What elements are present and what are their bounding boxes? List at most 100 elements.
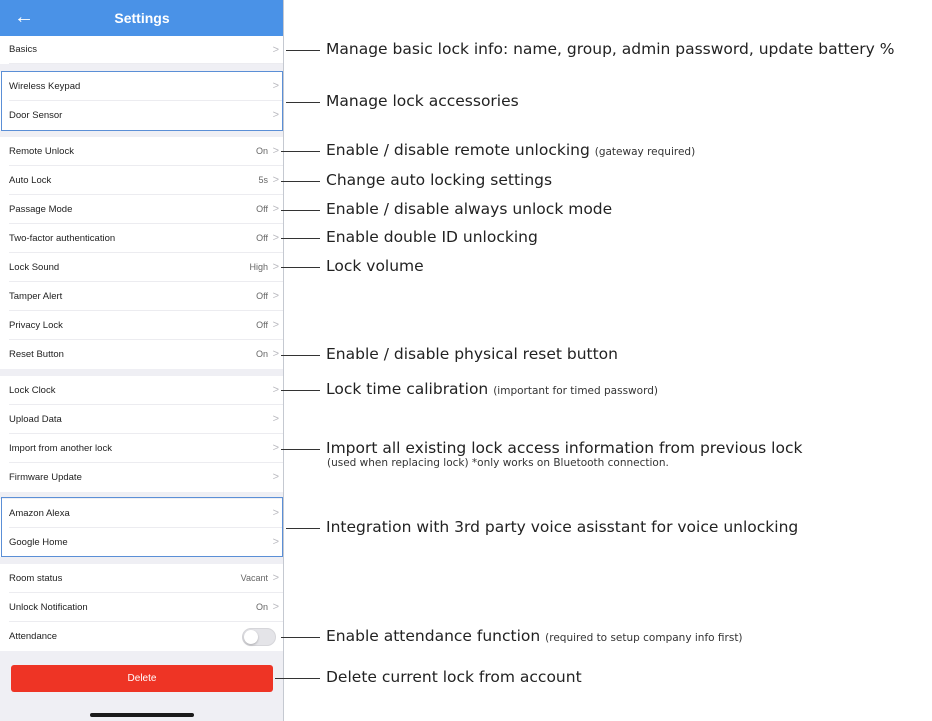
setting-value: Off [256, 204, 268, 214]
setting-label: Basics [9, 44, 37, 55]
callout-line [281, 238, 320, 239]
annotation-note: (gateway required) [594, 146, 696, 158]
setting-row-auto-lock[interactable]: Auto Lock 5s > [0, 166, 283, 195]
setting-value: Off [256, 320, 268, 330]
chevron-right-icon: > [272, 203, 279, 215]
setting-label: Firmware Update [9, 472, 82, 483]
setting-value: On [255, 146, 268, 156]
setting-label: Remote Unlock [9, 146, 74, 157]
setting-label: Upload Data [9, 414, 62, 425]
setting-label: Amazon Alexa [9, 508, 70, 519]
home-indicator [90, 713, 194, 717]
setting-value: Vacant [240, 573, 268, 583]
chevron-right-icon: > [272, 442, 279, 454]
setting-row-reset-button[interactable]: Reset Button On > [0, 340, 283, 369]
annotation-voice: Integration with 3rd party voice asissta… [326, 518, 798, 536]
annotation-lock-sound: Lock volume [326, 257, 424, 275]
annotation-basics: Manage basic lock info: name, group, adm… [326, 40, 894, 58]
setting-row-privacy-lock[interactable]: Privacy Lock Off > [0, 311, 283, 340]
setting-row-lock-clock[interactable]: Lock Clock > [0, 376, 283, 405]
setting-value: Off [256, 233, 268, 243]
setting-row-lock-sound[interactable]: Lock Sound High > [0, 253, 283, 282]
delete-button[interactable]: Delete [11, 665, 273, 692]
page-title: Settings [114, 10, 170, 26]
annotation-remote-unlock: Enable / disable remote unlocking (gatew… [326, 141, 695, 159]
setting-row-unlock-notification[interactable]: Unlock Notification On > [0, 593, 283, 622]
chevron-right-icon: > [272, 413, 279, 425]
annotation-reset-button: Enable / disable physical reset button [326, 345, 618, 363]
setting-row-firmware-update[interactable]: Firmware Update > [0, 463, 283, 492]
annotation-text: Delete current lock from account [326, 668, 582, 686]
setting-label: Attendance [9, 631, 58, 642]
chevron-right-icon: > [272, 261, 279, 273]
annotation-attendance: Enable attendance function (required to … [326, 627, 743, 645]
callout-line [281, 151, 320, 152]
setting-value: On [255, 602, 268, 612]
callout-line [281, 390, 320, 391]
setting-label: Two-factor authentication [9, 233, 116, 244]
annotation-lock-clock: Lock time calibration (important for tim… [326, 380, 658, 398]
annotation-text: Manage basic lock info: name, group, adm… [326, 40, 895, 58]
annotation-text: Enable / disable remote unlocking [326, 141, 590, 159]
setting-label: Privacy Lock [9, 320, 63, 331]
chevron-right-icon: > [272, 319, 279, 331]
annotation-passage-mode: Enable / disable always unlock mode [326, 200, 612, 218]
setting-label: Lock Clock [9, 385, 56, 396]
annotation-text: Integration with 3rd party voice asissta… [326, 518, 799, 536]
setting-row-wireless-keypad[interactable]: Wireless Keypad > [0, 72, 283, 101]
setting-label: Unlock Notification [9, 602, 88, 613]
setting-label: Auto Lock [9, 175, 52, 186]
chevron-right-icon: > [272, 536, 279, 548]
chevron-right-icon: > [272, 109, 279, 121]
setting-row-amazon-alexa[interactable]: Amazon Alexa > [0, 499, 283, 528]
chevron-right-icon: > [272, 145, 279, 157]
setting-row-basics[interactable]: Basics > [0, 36, 283, 64]
annotation-text: Import all existing lock access informat… [326, 439, 803, 457]
setting-value: On [255, 349, 268, 359]
chevron-right-icon: > [272, 290, 279, 302]
annotation-import-lock: Import all existing lock access informat… [326, 439, 802, 457]
setting-label: Tamper Alert [9, 291, 63, 302]
setting-row-import-lock[interactable]: Import from another lock > [0, 434, 283, 463]
callout-line [281, 637, 320, 638]
setting-row-upload-data[interactable]: Upload Data > [0, 405, 283, 434]
chevron-right-icon: > [272, 507, 279, 519]
setting-label: Import from another lock [9, 443, 112, 454]
annotation-text: Enable / disable always unlock mode [326, 200, 613, 218]
setting-value: High [249, 262, 268, 272]
attendance-toggle[interactable] [242, 627, 276, 646]
annotation-text: Lock time calibration [326, 380, 489, 398]
annotation-text: Manage lock accessories [326, 92, 519, 110]
setting-row-room-status[interactable]: Room status Vacant > [0, 564, 283, 593]
annotation-text: Enable attendance function [326, 627, 541, 645]
callout-line [281, 267, 320, 268]
setting-label: Passage Mode [9, 204, 73, 215]
callout-line [281, 181, 320, 182]
setting-row-google-home[interactable]: Google Home > [0, 528, 283, 557]
setting-value: Off [256, 291, 268, 301]
setting-row-passage-mode[interactable]: Passage Mode Off > [0, 195, 283, 224]
callout-line [286, 102, 320, 103]
setting-label: Google Home [9, 537, 68, 548]
setting-row-door-sensor[interactable]: Door Sensor > [0, 101, 283, 130]
setting-row-attendance[interactable]: Attendance [0, 622, 283, 651]
annotation-note: (used when replacing lock) *only works o… [327, 457, 669, 469]
callout-line [281, 449, 320, 450]
callout-line [286, 528, 320, 529]
setting-label: Room status [9, 573, 63, 584]
annotation-note: (required to setup company info first) [545, 632, 743, 644]
chevron-right-icon: > [272, 471, 279, 483]
nav-bar: ← Settings [0, 0, 283, 36]
setting-value: 5s [258, 175, 268, 185]
annotation-text: Enable double ID unlocking [326, 228, 538, 246]
chevron-right-icon: > [272, 572, 279, 584]
setting-row-remote-unlock[interactable]: Remote Unlock On > [0, 137, 283, 166]
setting-row-two-factor[interactable]: Two-factor authentication Off > [0, 224, 283, 253]
phone-screen: ← Settings Basics > Wireless Keypad > Door S… [0, 0, 284, 721]
annotation-delete: Delete current lock from account [326, 668, 582, 686]
callout-line [275, 678, 320, 679]
setting-label: Lock Sound [9, 262, 60, 273]
chevron-right-icon: > [272, 174, 279, 186]
annotation-two-factor: Enable double ID unlocking [326, 228, 538, 246]
setting-row-tamper-alert[interactable]: Tamper Alert Off > [0, 282, 283, 311]
